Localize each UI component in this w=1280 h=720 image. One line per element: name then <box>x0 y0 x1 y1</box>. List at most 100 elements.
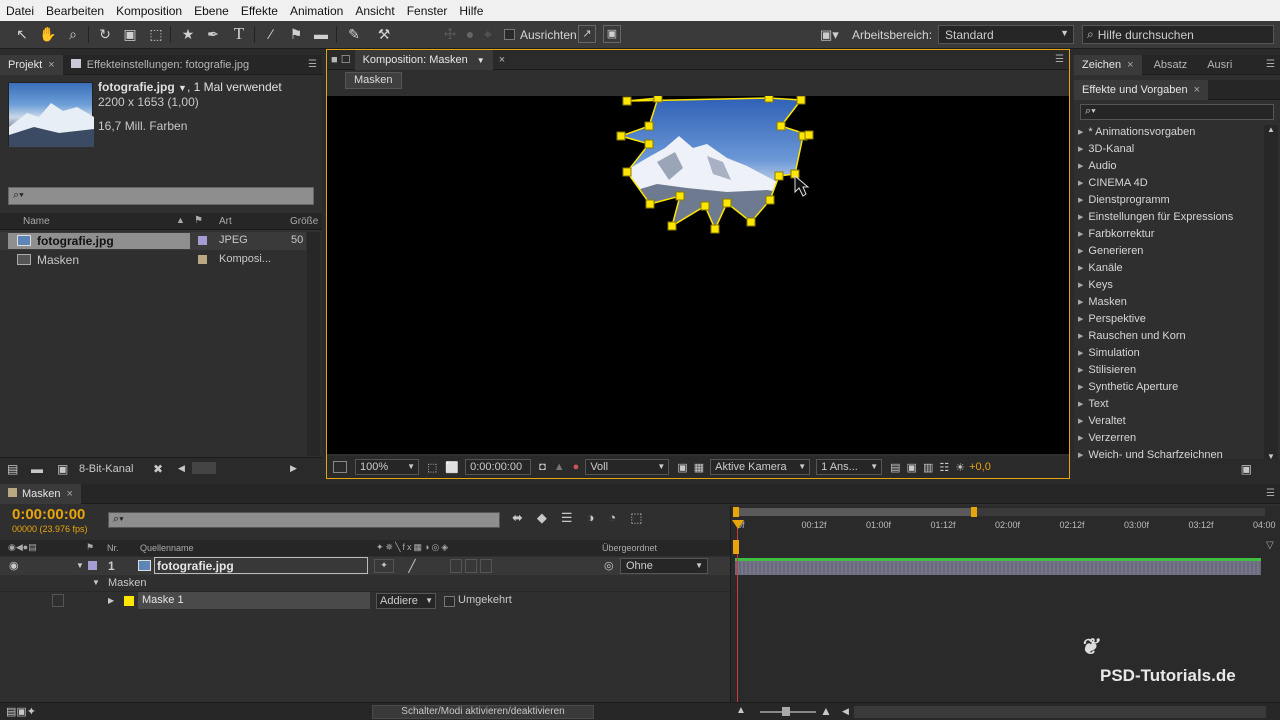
panel-menu-icon[interactable]: ☰ <box>308 59 317 70</box>
transparency-grid-icon[interactable]: ▦ <box>694 461 704 474</box>
column-source[interactable]: Quellenname <box>140 543 194 553</box>
panel-menu-icon[interactable]: ☰ <box>1266 488 1275 499</box>
quality-switch-icon[interactable]: ╱ <box>402 559 422 573</box>
scroll-right-icon[interactable]: ▶ <box>290 463 297 474</box>
effects-category[interactable]: Synthetic Aperture <box>1074 379 1264 396</box>
trash-icon[interactable]: ✖ <box>153 462 163 476</box>
roto-brush-tool-icon[interactable]: ✎ <box>344 24 364 44</box>
bit-depth-label[interactable]: 8-Bit-Kanal <box>79 463 133 475</box>
switches-modes-toggle[interactable]: Schalter/Modi aktivieren/deaktivieren <box>372 705 594 719</box>
mask-row[interactable]: ▶ Maske 1 Addiere ▼ Umgekehrt <box>0 592 730 610</box>
work-area-bar[interactable] <box>735 508 973 516</box>
tab-project[interactable]: Projekt × <box>0 54 63 75</box>
column-size[interactable]: Größe <box>290 216 318 227</box>
chevron-down-icon[interactable]: ▼ <box>477 56 485 65</box>
label-swatch[interactable] <box>88 561 97 570</box>
project-row[interactable]: fotografie.jpg JPEG 50 <box>0 232 306 250</box>
switch-box[interactable] <box>480 559 492 573</box>
effects-category[interactable]: CINEMA 4D <box>1074 175 1264 192</box>
toggle-switches-icon[interactable]: ▤▣✦ <box>6 705 36 718</box>
effects-category[interactable]: Rauschen und Korn <box>1074 328 1264 345</box>
work-area-track[interactable] <box>733 507 1265 517</box>
close-icon[interactable]: × <box>48 59 54 71</box>
mask-lock-box[interactable] <box>52 594 64 607</box>
switches-header-icon[interactable]: ✦✵╲fx▦◑◎◈ <box>376 542 450 553</box>
selection-tool-icon[interactable]: ↖ <box>12 24 32 44</box>
expand-arrow-icon[interactable]: ▼ <box>92 578 100 587</box>
new-folder-icon[interactable]: ▬ <box>31 462 43 476</box>
effects-category[interactable]: Stilisieren <box>1074 362 1264 379</box>
effects-category[interactable]: Keys <box>1074 277 1264 294</box>
effects-category[interactable]: Verzerren <box>1074 430 1264 447</box>
menu-item[interactable]: Animation <box>284 4 349 18</box>
zoom-slider-thumb[interactable] <box>782 707 790 716</box>
exposure-icon[interactable]: ☀ <box>955 461 965 474</box>
file-dropdown-icon[interactable]: ▼ <box>178 83 187 93</box>
label-swatch[interactable] <box>198 236 207 245</box>
resolution-select[interactable]: Voll ▼ <box>585 459 670 475</box>
playhead-handle[interactable] <box>732 520 744 529</box>
effects-category[interactable]: Masken <box>1074 294 1264 311</box>
interpret-footage-icon[interactable]: ▤ <box>7 462 18 476</box>
column-nr[interactable]: Nr. <box>107 543 119 553</box>
timeline-icon[interactable]: ▥ <box>923 461 933 474</box>
switch-box[interactable] <box>465 559 477 573</box>
lock-icon[interactable]: ■ ☐ <box>327 50 355 70</box>
menu-item[interactable]: Ansicht <box>349 4 400 18</box>
camera-select[interactable]: Aktive Kamera ▼ <box>710 459 811 475</box>
hand-tool-icon[interactable]: ✋ <box>38 24 58 44</box>
workspace-select[interactable]: Standard ▼ <box>938 25 1074 44</box>
timeline-h-scroll[interactable] <box>854 706 1266 718</box>
brainstorm-icon[interactable]: ◔ <box>608 510 630 525</box>
snap-icon[interactable]: ↗ <box>578 25 596 43</box>
menu-item[interactable]: Datei <box>0 4 40 18</box>
composition-chip[interactable]: Masken <box>345 72 402 89</box>
panel-menu-icon[interactable]: ☰ <box>1266 59 1275 70</box>
effects-category[interactable]: Veraltet <box>1074 413 1264 430</box>
tab-effect-controls[interactable]: Effekteinstellungen: fotografie.jpg <box>63 55 295 75</box>
menu-item[interactable]: Bearbeiten <box>40 4 110 18</box>
fast-preview-icon[interactable]: ▣ <box>907 461 917 474</box>
menu-item[interactable]: Hilfe <box>453 4 489 18</box>
mask-name[interactable]: Maske 1 <box>142 594 184 606</box>
sort-icon[interactable]: ▲ <box>176 215 185 225</box>
effects-category[interactable]: Text <box>1074 396 1264 413</box>
close-icon[interactable]: × <box>493 50 511 70</box>
menu-item[interactable]: Effekte <box>235 4 284 18</box>
layer-row[interactable]: ◉ ▼ 1 fotografie.jpg ✦ ╱ ◎ Ohne ▼ <box>0 557 730 575</box>
clone-stamp-tool-icon[interactable]: ⚑ <box>286 24 306 44</box>
effects-scrollbar[interactable]: ▲ ▼ <box>1264 125 1278 461</box>
effects-category[interactable]: Simulation <box>1074 345 1264 362</box>
snap-target-icon[interactable]: ▣ <box>603 25 621 43</box>
menu-item[interactable]: Ebene <box>188 4 235 18</box>
views-select[interactable]: 1 Ans... ▼ <box>816 459 883 475</box>
label-tag-icon[interactable]: ⚑ <box>86 542 94 553</box>
tab-effects-presets[interactable]: Effekte und Vorgaben × <box>1074 79 1209 100</box>
mask-mode-select[interactable]: Addiere ▼ <box>376 593 436 609</box>
tab-character[interactable]: Zeichen × <box>1074 54 1142 75</box>
pen-tool-icon[interactable]: ✒ <box>203 24 223 44</box>
rotate-tool-icon[interactable]: ↻ <box>95 24 115 44</box>
puppet-tool-icon[interactable]: ⚒ <box>374 24 394 44</box>
new-composition-icon[interactable]: ▣ <box>57 462 68 476</box>
frame-blending-icon[interactable]: ☰ <box>561 510 587 525</box>
navigator-end-icon[interactable]: ▽ <box>1266 540 1278 554</box>
label-tag-icon[interactable]: ⚑ <box>194 215 203 226</box>
close-icon[interactable]: × <box>1127 59 1133 71</box>
timecode-field[interactable]: 0:00:00:00 <box>465 459 532 475</box>
project-scrollbar[interactable] <box>307 232 320 456</box>
menu-item[interactable]: Fenster <box>401 4 454 18</box>
eraser-tool-icon[interactable]: ▬ <box>311 24 331 44</box>
timeline-timecode[interactable]: 0:00:00:00 <box>12 506 85 523</box>
layer-name[interactable]: fotografie.jpg <box>154 557 368 574</box>
expand-arrow-icon[interactable]: ▼ <box>76 561 84 570</box>
new-preset-icon[interactable]: ▣ <box>1241 462 1252 476</box>
help-search-input[interactable]: ⌕ Hilfe durchsuchen <box>1082 25 1274 44</box>
align-checkbox[interactable] <box>504 28 515 40</box>
label-swatch[interactable] <box>198 255 207 264</box>
pan-behind-tool-icon[interactable]: ⬚ <box>146 24 166 44</box>
effects-category[interactable]: Kanäle <box>1074 260 1264 277</box>
tab-composition[interactable]: Komposition: Masken ▼ <box>354 49 493 70</box>
zoom-out-icon[interactable]: ▲ <box>736 705 746 716</box>
menu-item[interactable]: Komposition <box>110 4 188 18</box>
